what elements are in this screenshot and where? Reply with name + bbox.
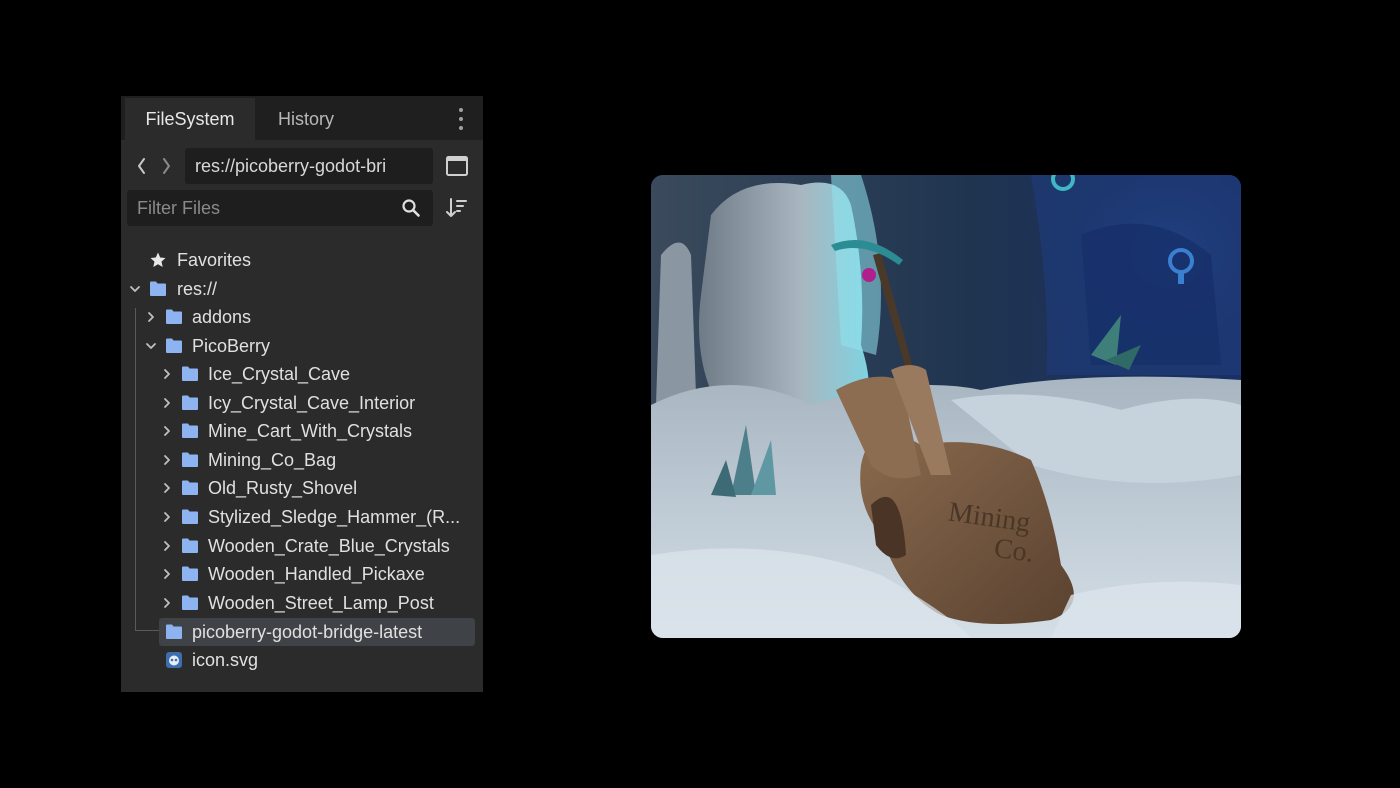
- tree-item-addons[interactable]: addons: [121, 303, 483, 331]
- tree-item-label: Wooden_Street_Lamp_Post: [208, 593, 434, 613]
- dock-tab-bar: FileSystem History: [121, 96, 483, 140]
- tree-item-label: Wooden_Handled_Pickaxe: [208, 564, 425, 584]
- folder-icon: [166, 338, 182, 353]
- tree-item-label: res://: [177, 279, 218, 299]
- tree-item-file[interactable]: icon.svg: [121, 646, 483, 674]
- scene-preview: Mining Co.: [651, 175, 1241, 638]
- godot-file-icon: [166, 652, 182, 668]
- tree-item-selected-folder[interactable]: picoberry-godot-bridge-latest: [121, 618, 483, 646]
- tree-item-folder[interactable]: Icy_Crystal_Cave_Interior: [121, 389, 483, 417]
- chevron-right-icon: [164, 598, 170, 608]
- tree-item-label: addons: [192, 307, 252, 327]
- chevron-right-icon: [164, 369, 170, 379]
- tree-item-folder[interactable]: Mine_Cart_With_Crystals: [121, 417, 483, 445]
- search-icon: [402, 199, 420, 217]
- tree-item-label: Mining_Co_Bag: [208, 450, 337, 470]
- filter-box: [127, 190, 433, 226]
- tree-item-label: Ice_Crystal_Cave: [208, 364, 351, 384]
- chevron-right-icon: [164, 398, 170, 408]
- filesystem-dock: FileSystem History res://picoberry-godot…: [121, 96, 483, 692]
- folder-icon: [182, 480, 198, 495]
- chevron-right-icon: [163, 158, 170, 174]
- tree-item-folder[interactable]: Wooden_Street_Lamp_Post: [121, 589, 483, 617]
- tab-filesystem[interactable]: FileSystem: [125, 98, 255, 140]
- tree-item-label: Mine_Cart_With_Crystals: [208, 421, 413, 441]
- toggle-split-mode-button[interactable]: [445, 154, 469, 178]
- tree-item-label: Stylized_Sledge_Hammer_(R...: [208, 507, 461, 527]
- window-icon: [446, 156, 468, 176]
- tree-item-label: Icy_Crystal_Cave_Interior: [208, 393, 416, 413]
- filter-files-input[interactable]: [127, 190, 387, 226]
- chevron-right-icon: [164, 426, 170, 436]
- folder-icon: [182, 595, 198, 610]
- tree-item-picoberry[interactable]: PicoBerry: [121, 332, 483, 360]
- folder-icon: [182, 538, 198, 553]
- tree-item-label: icon.svg: [192, 650, 259, 670]
- chevron-right-icon: [164, 483, 170, 493]
- sort-files-button[interactable]: [445, 196, 469, 220]
- folder-icon: [166, 624, 182, 639]
- star-icon: [150, 252, 166, 267]
- chevron-left-icon: [138, 158, 145, 174]
- folder-icon: [182, 366, 198, 381]
- tree-item-folder[interactable]: Stylized_Sledge_Hammer_(R...: [121, 503, 483, 531]
- bag-label-line2: Co.: [992, 533, 1036, 569]
- tree-item-label: Favorites: [177, 250, 252, 270]
- folder-icon: [182, 423, 198, 438]
- tree-item-label: PicoBerry: [192, 336, 271, 356]
- tree-item-folder[interactable]: Mining_Co_Bag: [121, 446, 483, 474]
- tree-item-label: picoberry-godot-bridge-latest: [192, 622, 423, 642]
- tree-item-folder[interactable]: Ice_Crystal_Cave: [121, 360, 483, 388]
- tree-item-label: Old_Rusty_Shovel: [208, 478, 358, 498]
- forward-button[interactable]: [157, 148, 175, 184]
- back-button[interactable]: [133, 148, 151, 184]
- tree-item-label: Wooden_Crate_Blue_Crystals: [208, 536, 450, 556]
- sort-icon: [446, 198, 467, 217]
- tree-item-folder[interactable]: Old_Rusty_Shovel: [121, 474, 483, 502]
- folder-icon: [182, 566, 198, 581]
- folder-icon: [182, 509, 198, 524]
- chevron-down-icon: [130, 286, 140, 292]
- chevron-right-icon: [164, 569, 170, 579]
- folder-icon: [182, 452, 198, 467]
- tab-history[interactable]: History: [256, 98, 356, 140]
- path-field[interactable]: res://picoberry-godot-bri: [185, 148, 433, 184]
- dock-menu-icon[interactable]: [453, 106, 469, 132]
- chevron-right-icon: [148, 312, 154, 322]
- tree-item-folder[interactable]: Wooden_Crate_Blue_Crystals: [121, 532, 483, 560]
- tree-item-folder[interactable]: Wooden_Handled_Pickaxe: [121, 560, 483, 588]
- folder-icon: [182, 395, 198, 410]
- folder-icon: [166, 309, 182, 324]
- chevron-right-icon: [164, 455, 170, 465]
- tree-item-favorites[interactable]: Favorites: [121, 246, 483, 274]
- tree-item-res-root[interactable]: res://: [121, 275, 483, 303]
- chevron-down-icon: [146, 343, 156, 349]
- mining-cave-scene-image: Mining Co.: [651, 175, 1241, 638]
- chevron-right-icon: [164, 541, 170, 551]
- folder-icon: [150, 281, 166, 296]
- chevron-right-icon: [164, 512, 170, 522]
